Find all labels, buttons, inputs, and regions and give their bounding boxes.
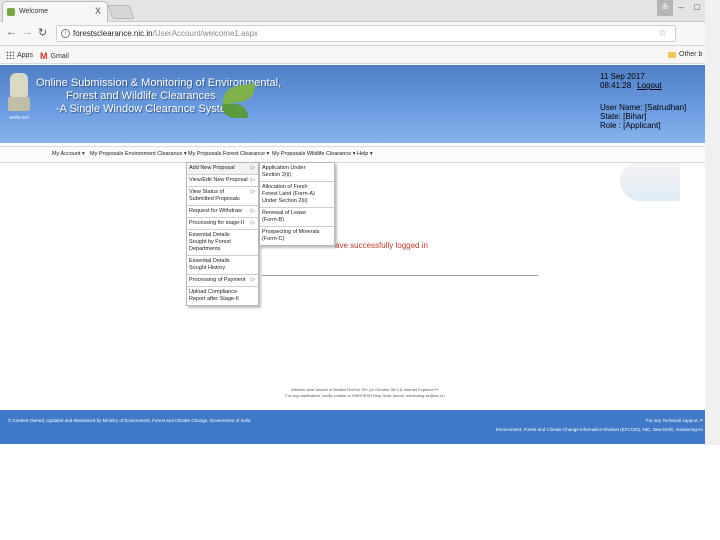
menu-item-compliance-report[interactable]: Upload Compliance Report after Stage-II — [187, 287, 258, 305]
url-path: /UserAccount/welcome1.aspx — [152, 29, 258, 38]
tab-welcome[interactable]: Welcome X — [2, 1, 108, 22]
window-controls: ≗ – □ — [657, 0, 705, 18]
browser-footnote: Website best viewed in Mozilla FireFox 2… — [240, 387, 490, 399]
bookmark-gmail[interactable]: M Gmail — [40, 51, 69, 61]
menu-item-label: Processing for stage-II — [189, 220, 245, 226]
bookmark-label: Gmail — [50, 52, 69, 60]
other-bookmarks-label: Other b — [679, 51, 703, 58]
menu-item-essential-details[interactable]: Essential Details Sought by Forest Depar… — [187, 230, 258, 256]
submenu-arrow-icon: ▷ — [250, 177, 255, 183]
back-icon[interactable]: ← — [6, 26, 17, 38]
browser-toolbar: ← → ↻ i forestsclearance.nic.in/UserAcco… — [0, 22, 705, 46]
page-scrollbar[interactable] — [705, 0, 720, 445]
menu-item-label: Upload Compliance Report after Stage-II — [189, 289, 239, 302]
menu-item-essential-history[interactable]: Essential Details Sought History — [187, 256, 258, 275]
submenu-section-2ii[interactable]: Application Under Section 2(ii) — [260, 163, 334, 182]
submenu-arrow-icon: ▷ — [250, 277, 255, 283]
submenu-form-b[interactable]: Renewal of Lease (Form-B) — [260, 208, 334, 227]
menu-item-label: Add New Proposal — [189, 165, 235, 171]
user-state: State: [Bihar] — [600, 112, 647, 121]
forest-clearance-dropdown: Add New Proposal ▷ View/Edit New Proposal… — [186, 162, 259, 306]
bookmarks-bar: Apps M Gmail Other b — [0, 46, 705, 64]
menu-item-view-edit-proposal[interactable]: View/Edit New Proposal ▷ — [187, 175, 258, 187]
profile-icon[interactable]: ≗ — [657, 0, 673, 16]
user-role: Role : [Applicant] — [600, 121, 661, 130]
site-footer: © Content Owned, Updated and Maintained … — [0, 410, 705, 444]
tab-strip: Welcome X ≗ – □ — [0, 0, 705, 22]
menu-help[interactable]: Help ▾ — [357, 151, 373, 157]
menu-item-request-withdraw[interactable]: Request for Withdraw ▷ — [187, 206, 258, 218]
menu-item-view-status[interactable]: View Status of Submitted Proposals ▷ — [187, 187, 258, 206]
divider — [262, 275, 538, 276]
menu-item-stage-ii[interactable]: Processing for stage-II ▷ — [187, 218, 258, 230]
browser-window: Welcome X ≗ – □ ← → ↻ i forestsclearance… — [0, 0, 705, 445]
submenu-item-label: Renewal of Lease (Form-B) — [262, 210, 307, 223]
footer-support: For any Technical support, P — [646, 418, 703, 423]
reload-icon[interactable]: ↻ — [38, 26, 47, 39]
menu-item-payment[interactable]: Processing of Payment ▷ — [187, 275, 258, 287]
submenu-form-a[interactable]: Allocation of Fresh Forest Land (Form-A)… — [260, 182, 334, 208]
forward-icon[interactable]: → — [22, 26, 33, 38]
new-tab-button[interactable] — [107, 5, 135, 19]
submenu-arrow-icon: ▷ — [250, 208, 255, 214]
footer-division: Environment, Forest and Climate Change I… — [495, 427, 703, 432]
url-host: forestsclearance.nic.in — [73, 29, 153, 38]
apps-grid-icon — [6, 51, 14, 59]
menu-forest-clearance[interactable]: My Proposals Forest Clearance ▾ — [188, 151, 269, 157]
menu-item-label: Processing of Payment — [189, 277, 246, 283]
menu-environment-clearance[interactable]: My Proposals Environment Clearance ▾ — [90, 151, 187, 157]
submenu-item-label: Application Under Section 2(ii) — [262, 165, 306, 178]
address-bar[interactable]: i forestsclearance.nic.in/UserAccount/we… — [56, 25, 676, 42]
menu-item-label: View Status of Submitted Proposals — [189, 189, 240, 202]
maximize-icon[interactable]: □ — [689, 0, 705, 16]
main-menu: My Account ▾ My Proposals Environment Cl… — [0, 146, 705, 163]
welcome-message: ave successfully logged in — [335, 241, 428, 250]
minimize-icon[interactable]: – — [673, 0, 689, 16]
submenu-item-label: Prospecting of Minerals (Form-C) — [262, 229, 320, 242]
menu-item-add-new-proposal[interactable]: Add New Proposal ▷ — [187, 163, 258, 175]
submenu-arrow-icon: ▷ — [250, 189, 255, 195]
gmail-icon: M — [40, 51, 48, 61]
site-favicon-icon — [7, 8, 15, 16]
menu-wildlife-clearance[interactable]: My Proposals Wildlife Clearance ▾ — [272, 151, 355, 157]
menu-item-label: Request for Withdraw — [189, 208, 242, 214]
menu-item-label: Essential Details Sought by Forest Depar… — [189, 232, 231, 252]
menu-item-label: View/Edit New Proposal — [189, 177, 248, 183]
user-info: 11 Sep 2017 08:41:28 Logout User Name: [S… — [600, 72, 705, 130]
tab-close-icon[interactable]: X — [95, 6, 101, 16]
emblem-caption: सत्यमेव जयते — [9, 115, 29, 120]
bookmark-label: Apps — [17, 51, 33, 59]
bookmark-star-icon[interactable]: ☆ — [658, 28, 667, 39]
header-decoration — [620, 161, 680, 201]
footnote-line2: For any clarification, kindly contact to… — [285, 393, 445, 398]
other-bookmarks[interactable]: Other b — [668, 51, 702, 58]
bookmark-apps[interactable]: Apps — [6, 51, 33, 59]
tab-title: Welcome — [19, 8, 49, 15]
folder-icon — [668, 51, 676, 58]
submenu-item-label: Allocation of Fresh Forest Land (Form-A)… — [262, 184, 315, 204]
info-icon[interactable]: i — [61, 29, 70, 38]
footer-copyright: © Content Owned, Updated and Maintained … — [8, 418, 251, 423]
submenu-form-c[interactable]: Prospecting of Minerals (Form-C) — [260, 227, 334, 245]
menu-item-label: Essential Details Sought History — [189, 258, 230, 271]
logout-link[interactable]: Logout — [637, 81, 661, 90]
submenu-arrow-icon: ▷ — [250, 220, 255, 226]
menu-my-account[interactable]: My Account ▾ — [52, 151, 85, 157]
national-emblem-icon: सत्यमेव जयते — [7, 73, 31, 127]
add-proposal-submenu: Application Under Section 2(ii) Allocati… — [259, 162, 335, 246]
submenu-arrow-icon: ▷ — [250, 165, 255, 171]
user-name: User Name: [Satrudhan] — [600, 103, 687, 112]
